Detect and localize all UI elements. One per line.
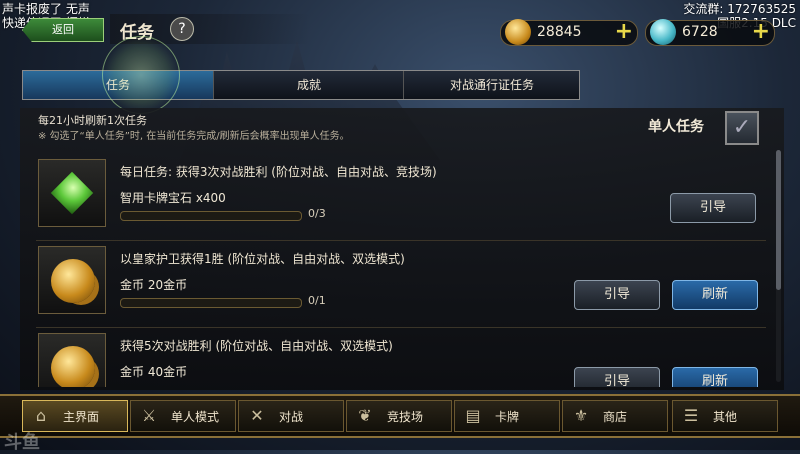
progress-bar: [120, 298, 302, 308]
laurel-icon: ❦: [358, 406, 372, 425]
quest-item: 获得5次对战胜利 (阶位对战、自由对战、双选模式) 金币 40金币 引导 刷新: [36, 329, 776, 387]
refresh-button[interactable]: 刷新: [672, 280, 758, 310]
back-button[interactable]: 返回: [22, 18, 104, 42]
reward-icon: [38, 333, 106, 387]
nav-arena[interactable]: ❦ 竞技场: [346, 400, 452, 432]
quest-item: 以皇家护卫获得1胜 (阶位对战、自由对战、双选模式) 金币 20金币 0/1 引…: [36, 242, 776, 322]
nav-single-player[interactable]: ⚔ 单人模式: [130, 400, 236, 432]
nav-label: 主界面: [63, 410, 100, 424]
add-gold-button[interactable]: +: [615, 20, 633, 44]
single-task-label: 单人任务: [648, 119, 704, 135]
cards-icon: ▤: [465, 406, 481, 425]
bottom-nav: ⌂ 主界面 ⚔ 单人模式 ✕ 对战 ❦ 竞技场 ▤ 卡牌 ⚜ 商店 ☰ 其他: [0, 394, 800, 438]
quest-title: 以皇家护卫获得1胜 (阶位对战、自由对战、双选模式): [120, 252, 405, 266]
guide-button[interactable]: 引导: [670, 193, 756, 223]
single-task-checkbox[interactable]: ✓: [725, 111, 759, 145]
nav-label: 单人模式: [171, 410, 220, 424]
nav-label: 商店: [603, 410, 628, 424]
more-icon: ☰: [683, 406, 699, 425]
guide-button[interactable]: 引导: [574, 367, 660, 387]
divider: [36, 327, 766, 328]
nav-shop[interactable]: ⚜ 商店: [562, 400, 668, 432]
crystal-icon: [650, 19, 676, 45]
sword-icon: ⚔: [141, 406, 157, 425]
divider: [36, 240, 766, 241]
help-button[interactable]: ?: [170, 17, 194, 41]
nav-battle[interactable]: ✕ 对战: [238, 400, 344, 432]
progress-text: 0/3: [308, 207, 326, 220]
quest-reward: 金币 40金币: [120, 365, 188, 379]
reward-icon: [38, 246, 106, 314]
quest-reward: 智用卡牌宝石 x400: [120, 191, 226, 205]
shop-icon: ⚜: [573, 406, 589, 425]
home-icon: ⌂: [35, 406, 47, 425]
tab-battle-pass-tasks[interactable]: 对战通行证任务: [403, 71, 580, 99]
scrollbar[interactable]: [776, 150, 781, 382]
progress-bar: [120, 211, 302, 221]
nav-label: 竞技场: [387, 410, 424, 424]
reward-icon: [38, 159, 106, 227]
quest-item: 每日任务: 获得3次对战胜利 (阶位对战、自由对战、竞技场) 智用卡牌宝石 x4…: [36, 155, 776, 235]
sparkle-effect: [102, 36, 180, 114]
gem-amount: 6728: [682, 24, 718, 40]
crossed-swords-icon: ✕: [250, 406, 264, 425]
quest-title: 每日任务: 获得3次对战胜利 (阶位对战、自由对战、竞技场): [120, 165, 437, 179]
guide-button[interactable]: 引导: [574, 280, 660, 310]
refresh-note: 每21小时刷新1次任务: [38, 114, 147, 127]
gold-counter: 28845 +: [500, 19, 638, 46]
add-gem-button[interactable]: +: [752, 20, 770, 44]
nav-other[interactable]: ☰ 其他: [672, 400, 778, 432]
tab-achievements[interactable]: 成就: [213, 71, 404, 99]
quest-reward: 金币 20金币: [120, 278, 188, 292]
green-gem-icon: [50, 171, 94, 215]
gem-counter: 6728 +: [645, 19, 775, 46]
gold-coins-icon: [51, 259, 95, 303]
refresh-button[interactable]: 刷新: [672, 367, 758, 387]
scroll-thumb[interactable]: [776, 150, 781, 290]
nav-label: 卡牌: [495, 410, 520, 424]
quest-title: 获得5次对战胜利 (阶位对战、自由对战、双选模式): [120, 339, 393, 353]
gold-amount: 28845: [537, 24, 582, 40]
nav-label: 其他: [713, 410, 738, 424]
gold-coins-icon: [51, 346, 95, 387]
single-task-note: ※ 勾选了“单人任务”时, 在当前任务完成/刷新后会概率出现单人任务。: [38, 131, 350, 142]
nav-cards[interactable]: ▤ 卡牌: [454, 400, 560, 432]
gold-coin-icon: [505, 19, 531, 45]
nav-label: 对战: [279, 410, 304, 424]
progress-text: 0/1: [308, 294, 326, 307]
stream-watermark: 斗鱼: [4, 432, 40, 453]
